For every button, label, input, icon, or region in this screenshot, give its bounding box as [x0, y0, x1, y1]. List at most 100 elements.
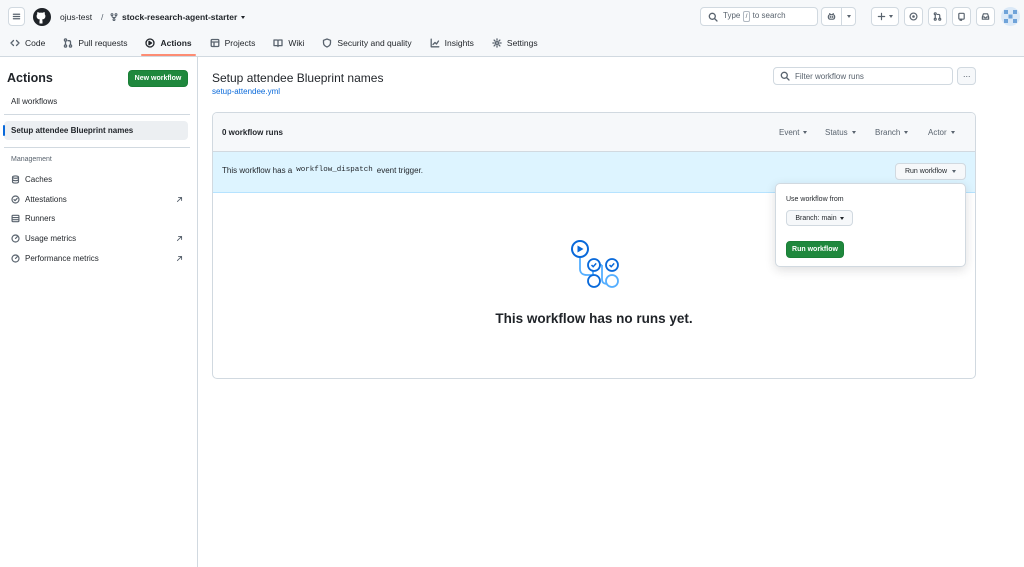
chevron-down-icon: [846, 15, 851, 18]
external-link-icon: [176, 235, 183, 241]
avatar-pattern-icon: [1004, 10, 1017, 23]
runs-count: 0 workflow runs: [222, 128, 283, 137]
tab-label: Security and quality: [337, 38, 412, 48]
repo-tabs: Code Pull requests Actions Projects Wiki…: [0, 33, 546, 56]
chevron-down-icon: [952, 170, 956, 173]
breadcrumb-separator: /: [101, 12, 104, 22]
copilot-icon: [827, 13, 835, 20]
chevron-down-icon: [950, 131, 955, 134]
runs-header: 0 workflow runs Event Status Branch Acto…: [213, 113, 975, 152]
copilot-button[interactable]: [821, 7, 856, 26]
database-icon: [11, 174, 20, 184]
issues-button[interactable]: [904, 7, 923, 26]
repositories-button[interactable]: [952, 7, 971, 26]
menu-button[interactable]: [8, 7, 25, 26]
run-workflow-button[interactable]: Run workflow: [786, 241, 844, 258]
tab-label: Projects: [224, 38, 256, 48]
inbox-button[interactable]: [976, 7, 995, 26]
empty-state-message: This workflow has no runs yet.: [495, 311, 693, 326]
github-logo[interactable]: [33, 8, 51, 26]
tab-label: Settings: [506, 38, 538, 48]
filter-label: Branch: [875, 128, 901, 137]
tab-settings[interactable]: Settings: [482, 33, 546, 53]
actor-filter-dropdown[interactable]: Actor: [928, 128, 955, 137]
meter-icon: [11, 253, 20, 263]
sidebar-item-label: Caches: [25, 174, 53, 184]
workflow-file-link[interactable]: setup-attendee.yml: [212, 87, 280, 96]
all-workflows-link[interactable]: All workflows: [11, 97, 57, 106]
branch-filter-dropdown[interactable]: Branch: [875, 128, 909, 137]
octocat-icon: [36, 12, 46, 24]
pull-request-icon: [64, 38, 73, 48]
run-workflow-label: Run workflow: [904, 168, 947, 175]
plus-icon: [877, 12, 886, 21]
tab-security[interactable]: Security and quality: [312, 33, 419, 53]
new-workflow-button[interactable]: New workflow: [128, 70, 188, 87]
tab-projects[interactable]: Projects: [200, 33, 264, 53]
meter-icon: [11, 233, 20, 243]
search-input[interactable]: Type / to search: [700, 7, 818, 26]
chevron-down-icon: [889, 15, 893, 18]
run-workflow-dropdown[interactable]: Run workflow: [895, 163, 966, 180]
book-icon: [273, 39, 284, 48]
dispatch-suffix: event trigger.: [376, 166, 424, 175]
divider: [4, 114, 190, 115]
repo-name-link[interactable]: stock-research-agent-starter: [110, 12, 246, 22]
search-shortcut-key: /: [742, 11, 751, 22]
chevron-down-icon: [904, 131, 909, 134]
sidebar-item-label: Usage metrics: [25, 233, 77, 243]
divider: [840, 7, 842, 26]
browser-icon: [958, 12, 965, 21]
event-filter-dropdown[interactable]: Event: [779, 128, 808, 137]
chevron-down-icon: [851, 131, 856, 134]
sidebar-item-usage-metrics[interactable]: Usage metrics: [11, 231, 183, 245]
status-filter-dropdown[interactable]: Status: [825, 128, 856, 137]
sidebar-item-attestations[interactable]: Attestations: [11, 192, 183, 206]
play-icon: [145, 38, 156, 48]
filter-workflow-runs-input[interactable]: Filter workflow runs: [773, 67, 953, 85]
divider: [4, 147, 190, 148]
dispatch-prefix: This workflow has a: [222, 166, 293, 175]
shield-icon: [323, 38, 332, 48]
sidebar-item-runners[interactable]: Runners: [11, 211, 183, 225]
search-icon: [780, 71, 790, 81]
sidebar-item-selected-workflow[interactable]: Setup attendee Blueprint names: [3, 121, 188, 140]
actions-sidebar: Actions New workflow All workflows Setup…: [0, 57, 198, 567]
tab-label: Code: [25, 38, 46, 48]
tab-label: Pull requests: [78, 38, 128, 48]
tab-label: Insights: [444, 38, 474, 48]
filter-label: Actor: [928, 128, 947, 137]
fork-icon: [110, 13, 118, 21]
tab-code[interactable]: Code: [0, 33, 53, 53]
gear-icon: [492, 38, 502, 48]
sidebar-item-caches[interactable]: Caches: [11, 172, 183, 186]
external-link-icon: [176, 255, 183, 261]
search-icon: [708, 12, 718, 22]
branch-select-button[interactable]: Branch: main: [786, 210, 853, 226]
tab-pull-requests[interactable]: Pull requests: [53, 33, 135, 53]
workflow-illustration-icon: [571, 240, 619, 288]
table-icon: [210, 38, 220, 48]
tab-insights[interactable]: Insights: [420, 33, 482, 53]
tab-wiki[interactable]: Wiki: [263, 33, 312, 53]
dispatch-code: workflow_dispatch: [296, 166, 373, 174]
tab-actions[interactable]: Actions: [135, 33, 199, 56]
chevron-down-icon: [839, 216, 844, 220]
pull-request-icon: [933, 12, 942, 21]
workflow-title: Setup attendee Blueprint names: [212, 71, 384, 85]
repo-owner-link[interactable]: ojus-test: [60, 12, 92, 22]
sidebar-item-label: Performance metrics: [25, 253, 99, 263]
more-options-button[interactable]: ···: [957, 67, 976, 85]
avatar[interactable]: [1001, 7, 1020, 26]
sidebar-item-label: Runners: [25, 213, 56, 223]
hamburger-icon: [12, 13, 21, 20]
tab-label: Actions: [160, 38, 192, 48]
pull-requests-button[interactable]: [928, 7, 947, 26]
dispatch-message: This workflow has a workflow_dispatch ev…: [222, 166, 423, 175]
create-new-button[interactable]: [871, 7, 899, 26]
search-hint: Type / to search: [723, 11, 786, 22]
top-header: ojus-test / stock-research-agent-starter…: [0, 0, 1024, 57]
sidebar-item-performance-metrics[interactable]: Performance metrics: [11, 251, 183, 265]
chevron-down-icon: [803, 131, 808, 134]
external-link-icon: [176, 196, 183, 202]
